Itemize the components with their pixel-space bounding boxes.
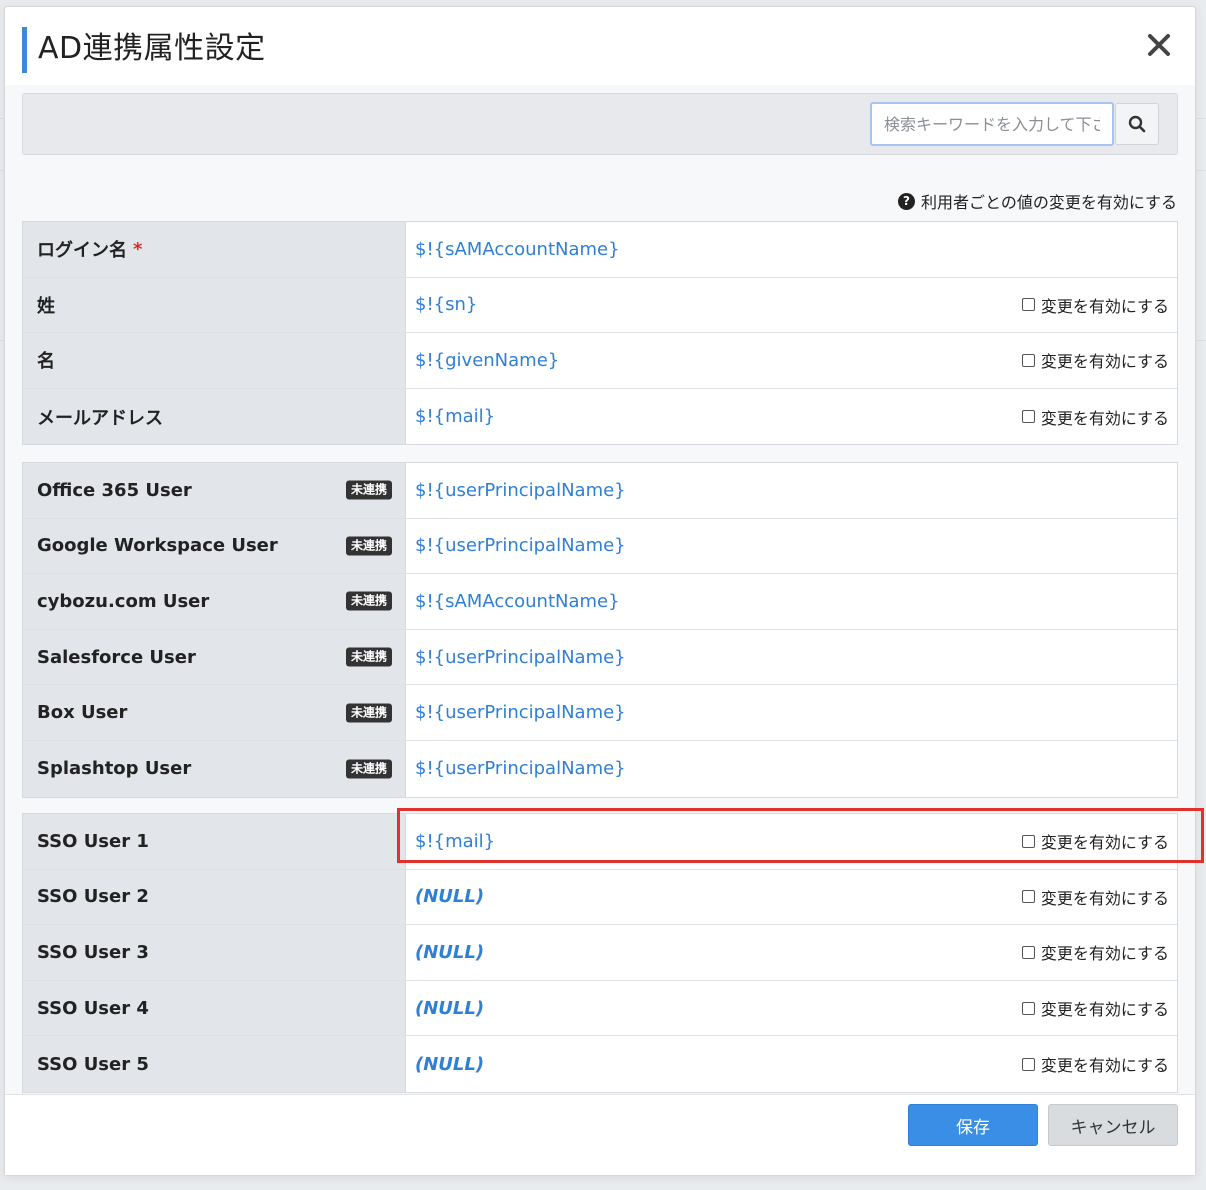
row-label: 姓 — [23, 277, 406, 333]
table-row: ログイン名 * $!{sAMAccountName} — [23, 222, 1177, 278]
checkbox-icon[interactable] — [1021, 298, 1035, 312]
search-button[interactable] — [1115, 103, 1159, 145]
row-value[interactable]: $!{userPrincipalName} — [415, 630, 626, 685]
table-row: Splashtop User 未連携 $!{userPrincipalName} — [23, 740, 1177, 797]
table-row: Office 365 User 未連携 $!{userPrincipalName} — [23, 463, 1177, 519]
table-row: SSO User 2 (NULL) 変更を有効にする — [23, 869, 1177, 926]
row-value[interactable]: (NULL) — [415, 981, 484, 1036]
row-label: cybozu.com User 未連携 — [23, 574, 406, 629]
unlinked-badge: 未連携 — [345, 591, 392, 611]
attribute-settings-dialog: AD連携属性設定 ? 利用者ごとの値の変更を有効にする ログイン名 * $!{s… — [4, 6, 1196, 1176]
enable-change-checkbox[interactable]: 変更を有効にする — [1021, 996, 1169, 1020]
row-value[interactable]: $!{sn} — [415, 278, 477, 333]
checkbox-icon[interactable] — [1021, 410, 1035, 424]
service-users-group: Office 365 User 未連携 $!{userPrincipalName}… — [22, 462, 1178, 798]
table-row: Box User 未連携 $!{userPrincipalName} — [23, 685, 1177, 741]
table-row: 名 $!{givenName} 変更を有効にする — [23, 333, 1177, 389]
row-label: Box User 未連携 — [23, 685, 406, 740]
per-user-note: ? 利用者ごとの値の変更を有効にする — [897, 189, 1177, 213]
checkbox-icon[interactable] — [1021, 945, 1035, 959]
checkbox-icon[interactable] — [1021, 353, 1035, 367]
save-button[interactable]: 保存 — [908, 1104, 1038, 1146]
sso-users-group: SSO User 1 $!{mail} 変更を有効にする SSO User 2 … — [22, 813, 1178, 1093]
basic-attributes-group: ログイン名 * $!{sAMAccountName} 姓 $!{sn} 変更を有… — [22, 221, 1178, 446]
row-value[interactable]: $!{userPrincipalName} — [415, 463, 626, 518]
table-row: SSO User 1 $!{mail} 変更を有効にする — [23, 814, 1177, 870]
table-row: Salesforce User 未連携 $!{userPrincipalName} — [23, 629, 1177, 686]
table-row: 姓 $!{sn} 変更を有効にする — [23, 277, 1177, 334]
row-label: Salesforce User 未連携 — [23, 629, 406, 685]
row-label: SSO User 4 — [23, 980, 406, 1036]
enable-change-checkbox[interactable]: 変更を有効にする — [1021, 348, 1169, 372]
dialog-header: AD連携属性設定 — [5, 7, 1195, 85]
row-value[interactable]: $!{mail} — [415, 389, 495, 445]
enable-change-checkbox[interactable]: 変更を有効にする — [1021, 293, 1169, 317]
row-label: 名 — [23, 333, 406, 388]
enable-change-checkbox[interactable]: 変更を有効にする — [1021, 1052, 1169, 1076]
row-label: Office 365 User 未連携 — [23, 463, 406, 518]
required-mark: * — [133, 238, 143, 260]
enable-change-checkbox[interactable]: 変更を有効にする — [1021, 885, 1169, 909]
row-value[interactable]: $!{mail} — [415, 814, 495, 869]
row-value[interactable]: $!{userPrincipalName} — [415, 741, 626, 797]
dialog-footer: 保存 キャンセル — [5, 1094, 1195, 1175]
table-row: Google Workspace User 未連携 $!{userPrincipa… — [23, 518, 1177, 575]
row-value[interactable]: $!{givenName} — [415, 333, 559, 388]
row-label: SSO User 5 — [23, 1036, 406, 1092]
row-value[interactable]: (NULL) — [415, 1036, 484, 1092]
checkbox-icon[interactable] — [1021, 1057, 1035, 1071]
checkbox-icon[interactable] — [1021, 890, 1035, 904]
dialog-title: AD連携属性設定 — [38, 31, 266, 66]
row-label: SSO User 2 — [23, 869, 406, 925]
table-row: SSO User 4 (NULL) 変更を有効にする — [23, 980, 1177, 1037]
row-label: Google Workspace User 未連携 — [23, 518, 406, 574]
enable-change-checkbox[interactable]: 変更を有効にする — [1021, 940, 1169, 964]
checkbox-icon[interactable] — [1021, 834, 1035, 848]
row-value[interactable]: $!{userPrincipalName} — [415, 519, 626, 574]
row-value[interactable]: (NULL) — [415, 870, 484, 925]
per-user-note-text: 利用者ごとの値の変更を有効にする — [920, 193, 1177, 212]
help-icon[interactable]: ? — [897, 192, 915, 210]
row-label: メールアドレス — [23, 388, 406, 445]
table-row: メールアドレス $!{mail} 変更を有効にする — [23, 388, 1177, 445]
row-value[interactable]: (NULL) — [415, 925, 484, 980]
row-label: SSO User 3 — [23, 925, 406, 980]
row-value[interactable]: $!{sAMAccountName} — [415, 222, 620, 277]
row-label: ログイン名 * — [23, 222, 406, 277]
table-row: SSO User 3 (NULL) 変更を有効にする — [23, 925, 1177, 981]
enable-change-checkbox[interactable]: 変更を有効にする — [1021, 829, 1169, 853]
unlinked-badge: 未連携 — [345, 647, 392, 667]
unlinked-badge: 未連携 — [345, 536, 392, 556]
unlinked-badge: 未連携 — [345, 480, 392, 500]
close-icon[interactable] — [1143, 29, 1175, 61]
unlinked-badge: 未連携 — [345, 703, 392, 723]
row-label: Splashtop User 未連携 — [23, 740, 406, 797]
cancel-button[interactable]: キャンセル — [1048, 1104, 1178, 1146]
row-value[interactable]: $!{userPrincipalName} — [415, 685, 626, 740]
enable-change-checkbox[interactable]: 変更を有効にする — [1021, 405, 1169, 429]
checkbox-icon[interactable] — [1021, 1001, 1035, 1015]
table-row: SSO User 5 (NULL) 変更を有効にする — [23, 1036, 1177, 1092]
row-value[interactable]: $!{sAMAccountName} — [415, 574, 620, 629]
search-icon — [1128, 115, 1146, 133]
unlinked-badge: 未連携 — [345, 759, 392, 779]
row-label: SSO User 1 — [23, 814, 406, 869]
search-toolbar — [22, 93, 1178, 155]
title-accent-bar — [22, 27, 27, 73]
search-input[interactable] — [870, 102, 1114, 146]
table-row: cybozu.com User 未連携 $!{sAMAccountName} — [23, 574, 1177, 630]
